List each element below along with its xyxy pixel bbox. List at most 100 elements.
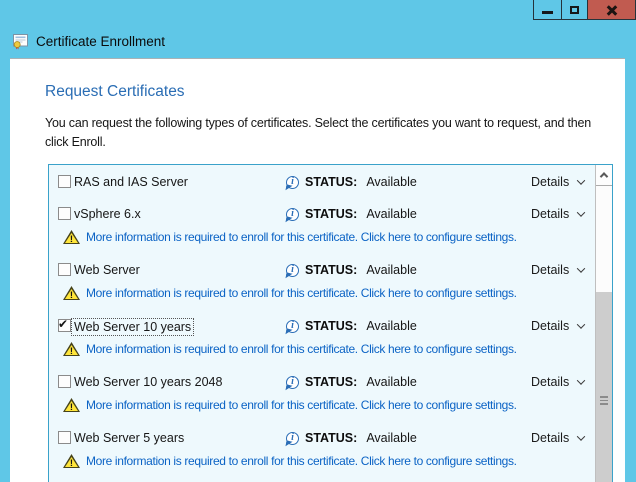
certificate-row: ✔ RAS and IAS Server i STATUS: Available… <box>49 174 612 191</box>
status-cluster: i STATUS: Available <box>286 174 417 190</box>
configure-settings-link[interactable]: More information is required to enroll f… <box>86 453 517 469</box>
certificate-checkbox[interactable]: ✔ <box>58 431 71 444</box>
certificate-name[interactable]: Web Server 10 years <box>71 318 194 336</box>
warning-icon: ! <box>63 286 80 300</box>
details-label: Details <box>531 319 569 333</box>
certificate-entry: ✔ Web Server 10 years i STATUS: Availabl… <box>49 318 612 358</box>
details-toggle[interactable]: Details <box>531 262 584 278</box>
status-label: STATUS: <box>305 207 357 221</box>
details-toggle[interactable]: Details <box>531 374 584 390</box>
status-value: Available <box>366 375 417 389</box>
status-cluster: i STATUS: Available <box>286 318 417 334</box>
window-title: Certificate Enrollment <box>36 34 165 49</box>
maximize-icon <box>570 6 579 14</box>
content-area: Request Certificates You can request the… <box>10 58 625 482</box>
details-label: Details <box>531 263 569 277</box>
info-icon: i <box>286 320 299 333</box>
configure-settings-link[interactable]: More information is required to enroll f… <box>86 341 517 357</box>
info-icon: i <box>286 376 299 389</box>
close-button[interactable] <box>588 0 636 20</box>
chevron-down-icon <box>577 208 585 216</box>
configure-settings-link[interactable]: More information is required to enroll f… <box>86 229 517 245</box>
certificate-row: ✔ Web Server 5 years i STATUS: Available… <box>49 430 612 447</box>
info-icon: i <box>286 176 299 189</box>
certificate-checkbox[interactable]: ✔ <box>58 175 71 188</box>
checkmark-icon: ✔ <box>58 319 70 330</box>
status-cluster: i STATUS: Available <box>286 206 417 222</box>
certificate-name[interactable]: Web Server 10 years 2048 <box>74 374 222 390</box>
certificate-checkbox[interactable]: ✔ <box>58 375 71 388</box>
certificate-row: ✔ Web Server 10 years i STATUS: Availabl… <box>49 318 612 335</box>
certificate-name[interactable]: vSphere 6.x <box>74 206 141 222</box>
chevron-down-icon <box>577 320 585 328</box>
status-value: Available <box>366 207 417 221</box>
certificate-row: ✔ vSphere 6.x i STATUS: Available Detail… <box>49 206 612 223</box>
status-value: Available <box>366 263 417 277</box>
certificate-entry: ✔ Web Server i STATUS: Available Details… <box>49 262 612 302</box>
chevron-down-icon <box>577 264 585 272</box>
info-icon: i <box>286 208 299 221</box>
intro-text: You can request the following types of c… <box>45 114 623 152</box>
status-cluster: i STATUS: Available <box>286 374 417 390</box>
status-label: STATUS: <box>305 375 357 389</box>
info-icon: i <box>286 264 299 277</box>
scrollbar-up-button[interactable] <box>596 165 612 186</box>
certificate-name[interactable]: RAS and IAS Server <box>74 174 188 190</box>
certificate-entry: ✔ Web Server 5 years i STATUS: Available… <box>49 430 612 470</box>
scrollbar-track[interactable] <box>596 186 612 482</box>
details-toggle[interactable]: Details <box>531 430 584 446</box>
certificate-warning-row: ! More information is required to enroll… <box>49 341 612 358</box>
details-label: Details <box>531 207 569 221</box>
status-value: Available <box>366 431 417 445</box>
maximize-button[interactable] <box>561 0 588 20</box>
details-label: Details <box>531 375 569 389</box>
chevron-down-icon <box>577 376 585 384</box>
status-label: STATUS: <box>305 431 357 445</box>
details-toggle[interactable]: Details <box>531 206 584 222</box>
certificate-list-content: ✔ RAS and IAS Server i STATUS: Available… <box>49 165 612 470</box>
configure-settings-link[interactable]: More information is required to enroll f… <box>86 397 517 413</box>
minimize-button[interactable] <box>533 0 561 20</box>
certificate-entry: ✔ RAS and IAS Server i STATUS: Available… <box>49 174 612 191</box>
minimize-icon <box>542 11 553 14</box>
certificate-row: ✔ Web Server 10 years 2048 i STATUS: Ava… <box>49 374 612 391</box>
configure-settings-link[interactable]: More information is required to enroll f… <box>86 285 517 301</box>
certificate-name[interactable]: Web Server 5 years <box>74 430 184 446</box>
status-label: STATUS: <box>305 319 357 333</box>
chevron-up-icon <box>600 172 608 180</box>
status-label: STATUS: <box>305 175 357 189</box>
status-cluster: i STATUS: Available <box>286 430 417 446</box>
chevron-down-icon <box>577 432 585 440</box>
status-value: Available <box>366 175 417 189</box>
scrollbar-thumb[interactable] <box>596 292 612 482</box>
certificate-entry: ✔ vSphere 6.x i STATUS: Available Detail… <box>49 206 612 246</box>
certificate-warning-row: ! More information is required to enroll… <box>49 453 612 470</box>
details-label: Details <box>531 431 569 445</box>
certificate-enrollment-icon <box>12 33 30 50</box>
certificate-warning-row: ! More information is required to enroll… <box>49 285 612 302</box>
status-label: STATUS: <box>305 263 357 277</box>
certificate-warning-row: ! More information is required to enroll… <box>49 229 612 246</box>
certificate-checkbox[interactable]: ✔ <box>58 263 71 276</box>
certificate-name[interactable]: Web Server <box>74 262 140 278</box>
status-cluster: i STATUS: Available <box>286 262 417 278</box>
titlebar[interactable]: Certificate Enrollment <box>0 0 636 58</box>
status-value: Available <box>366 319 417 333</box>
page-title: Request Certificates <box>45 83 185 101</box>
vertical-scrollbar[interactable] <box>595 165 612 482</box>
warning-icon: ! <box>63 230 80 244</box>
warning-icon: ! <box>63 454 80 468</box>
warning-icon: ! <box>63 398 80 412</box>
info-icon: i <box>286 432 299 445</box>
details-toggle[interactable]: Details <box>531 174 584 190</box>
certificate-checkbox[interactable]: ✔ <box>58 319 71 332</box>
certificate-checkbox[interactable]: ✔ <box>58 207 71 220</box>
chevron-down-icon <box>577 176 585 184</box>
certificate-warning-row: ! More information is required to enroll… <box>49 397 612 414</box>
certificate-row: ✔ Web Server i STATUS: Available Details <box>49 262 612 279</box>
certificate-entry: ✔ Web Server 10 years 2048 i STATUS: Ava… <box>49 374 612 414</box>
caption-buttons <box>533 0 636 20</box>
details-toggle[interactable]: Details <box>531 318 584 334</box>
certificate-list: ✔ RAS and IAS Server i STATUS: Available… <box>48 164 613 482</box>
warning-icon: ! <box>63 342 80 356</box>
